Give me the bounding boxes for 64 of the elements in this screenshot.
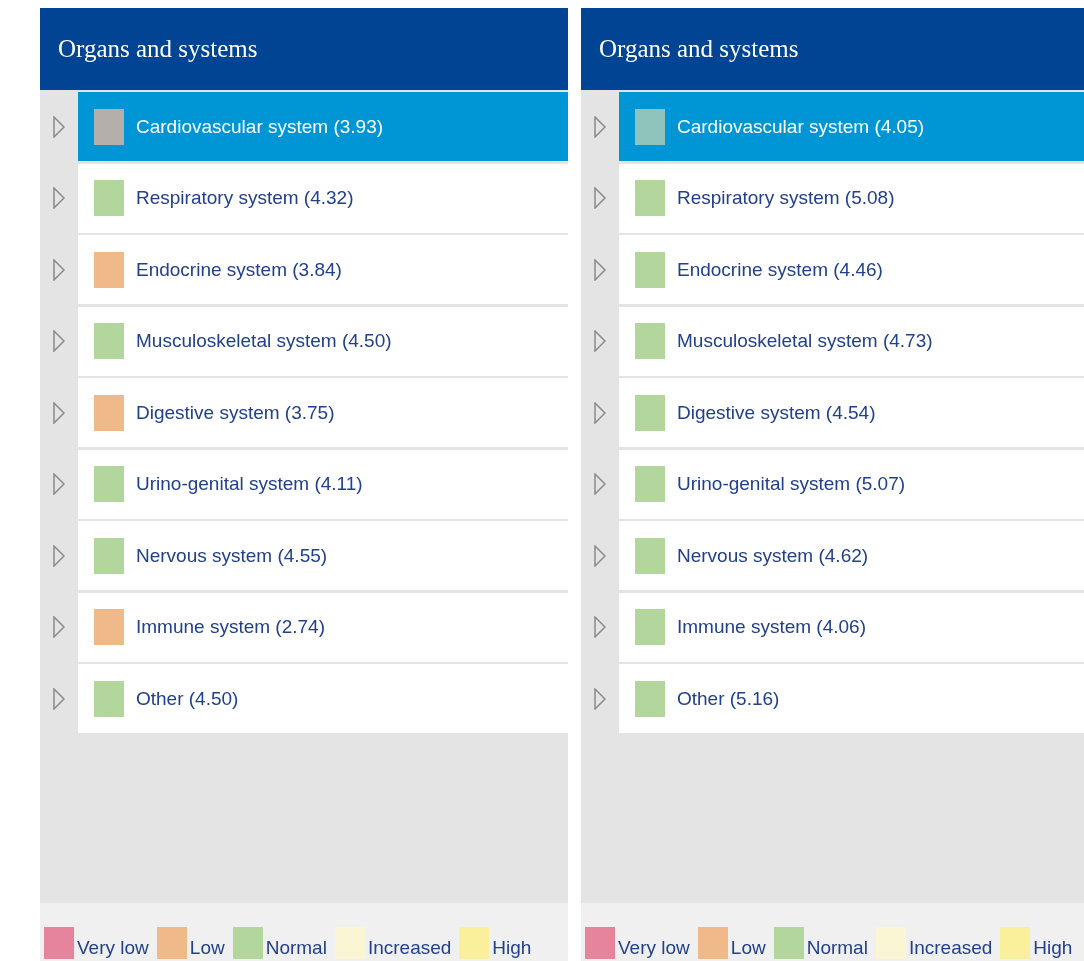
item-label: Immune system (4.06) (677, 616, 866, 638)
expand-arrow-icon[interactable] (594, 401, 606, 424)
legend-label: Very low (618, 937, 690, 959)
legend-label: Low (730, 937, 766, 959)
expand-arrow-icon[interactable] (594, 258, 606, 281)
list-item[interactable]: Other (5.16) (619, 664, 1084, 733)
expand-arrow-icon[interactable] (594, 687, 606, 710)
list-item[interactable]: Digestive system (4.54) (619, 378, 1084, 447)
item-label: Respiratory system (4.32) (136, 187, 354, 209)
item-label: Musculoskeletal system (4.50) (136, 330, 392, 352)
item-label: Nervous system (4.62) (677, 544, 869, 567)
expand-arrow-icon[interactable] (53, 258, 65, 281)
legend-label: Normal (265, 937, 327, 959)
item-label: Urino-genital system (5.07) (677, 473, 906, 495)
panel-title: Organs and systems (599, 35, 799, 63)
list-item[interactable]: Musculoskeletal system (4.50) (78, 306, 568, 376)
item-label: Immune system (2.74) (136, 616, 325, 638)
expand-arrow-icon[interactable] (594, 330, 606, 352)
item-label: Nervous system (4.55) (136, 544, 328, 567)
legend-label: High (1033, 937, 1073, 959)
item-label: Other (5.16) (677, 687, 780, 710)
panel-title: Organs and systems (58, 35, 258, 63)
list-item[interactable]: Nervous system (4.62) (619, 521, 1084, 590)
expand-arrow-icon[interactable] (594, 187, 606, 209)
expand-arrow-icon[interactable] (53, 401, 65, 424)
legend-label: Normal (806, 937, 868, 959)
list-item[interactable]: Respiratory system (5.08) (619, 163, 1084, 233)
legend-label: High (492, 937, 532, 959)
expand-arrow-icon[interactable] (53, 330, 65, 352)
item-label: Cardiovascular system (4.05) (677, 115, 925, 138)
expand-arrow-icon[interactable] (594, 544, 606, 567)
list-item[interactable]: Immune system (2.74) (78, 592, 568, 662)
item-label: Musculoskeletal system (4.73) (677, 330, 933, 352)
list-item[interactable]: Endocrine system (3.84) (78, 235, 568, 304)
expand-arrow-icon[interactable] (53, 544, 65, 567)
expand-arrow-icon[interactable] (53, 687, 65, 710)
list-item[interactable]: Musculoskeletal system (4.73) (619, 306, 1084, 376)
item-label: Digestive system (4.54) (677, 401, 876, 424)
legend-label: Increased (908, 937, 993, 959)
legend-label: Very low (77, 937, 149, 959)
expand-arrow-icon[interactable] (53, 187, 65, 209)
legend-label: Low (189, 937, 225, 959)
item-label: Urino-genital system (4.11) (136, 473, 363, 495)
item-label: Other (4.50) (136, 687, 239, 710)
list-item[interactable]: Nervous system (4.55) (78, 521, 568, 590)
expand-arrow-icon[interactable] (53, 115, 65, 138)
item-label: Digestive system (3.75) (136, 401, 335, 424)
item-label: Endocrine system (3.84) (136, 258, 342, 281)
expand-arrow-icon[interactable] (594, 115, 606, 138)
item-label: Cardiovascular system (3.93) (136, 115, 384, 138)
list-item[interactable]: Endocrine system (4.46) (619, 235, 1084, 304)
list-item[interactable]: Urino-genital system (4.11) (78, 449, 568, 519)
list-item[interactable]: Respiratory system (4.32) (78, 163, 568, 233)
list-item[interactable]: Immune system (4.06) (619, 592, 1084, 662)
expand-arrow-icon[interactable] (53, 473, 65, 495)
expand-arrow-icon[interactable] (594, 616, 606, 638)
expand-arrow-icon[interactable] (594, 473, 606, 495)
expand-arrow-icon[interactable] (53, 616, 65, 638)
item-label: Endocrine system (4.46) (677, 258, 883, 281)
list-item[interactable]: Urino-genital system (5.07) (619, 449, 1084, 519)
list-item[interactable]: Digestive system (3.75) (78, 378, 568, 447)
legend-label: Increased (367, 937, 452, 959)
list-item[interactable]: Other (4.50) (78, 664, 568, 733)
item-label: Respiratory system (5.08) (677, 187, 895, 209)
